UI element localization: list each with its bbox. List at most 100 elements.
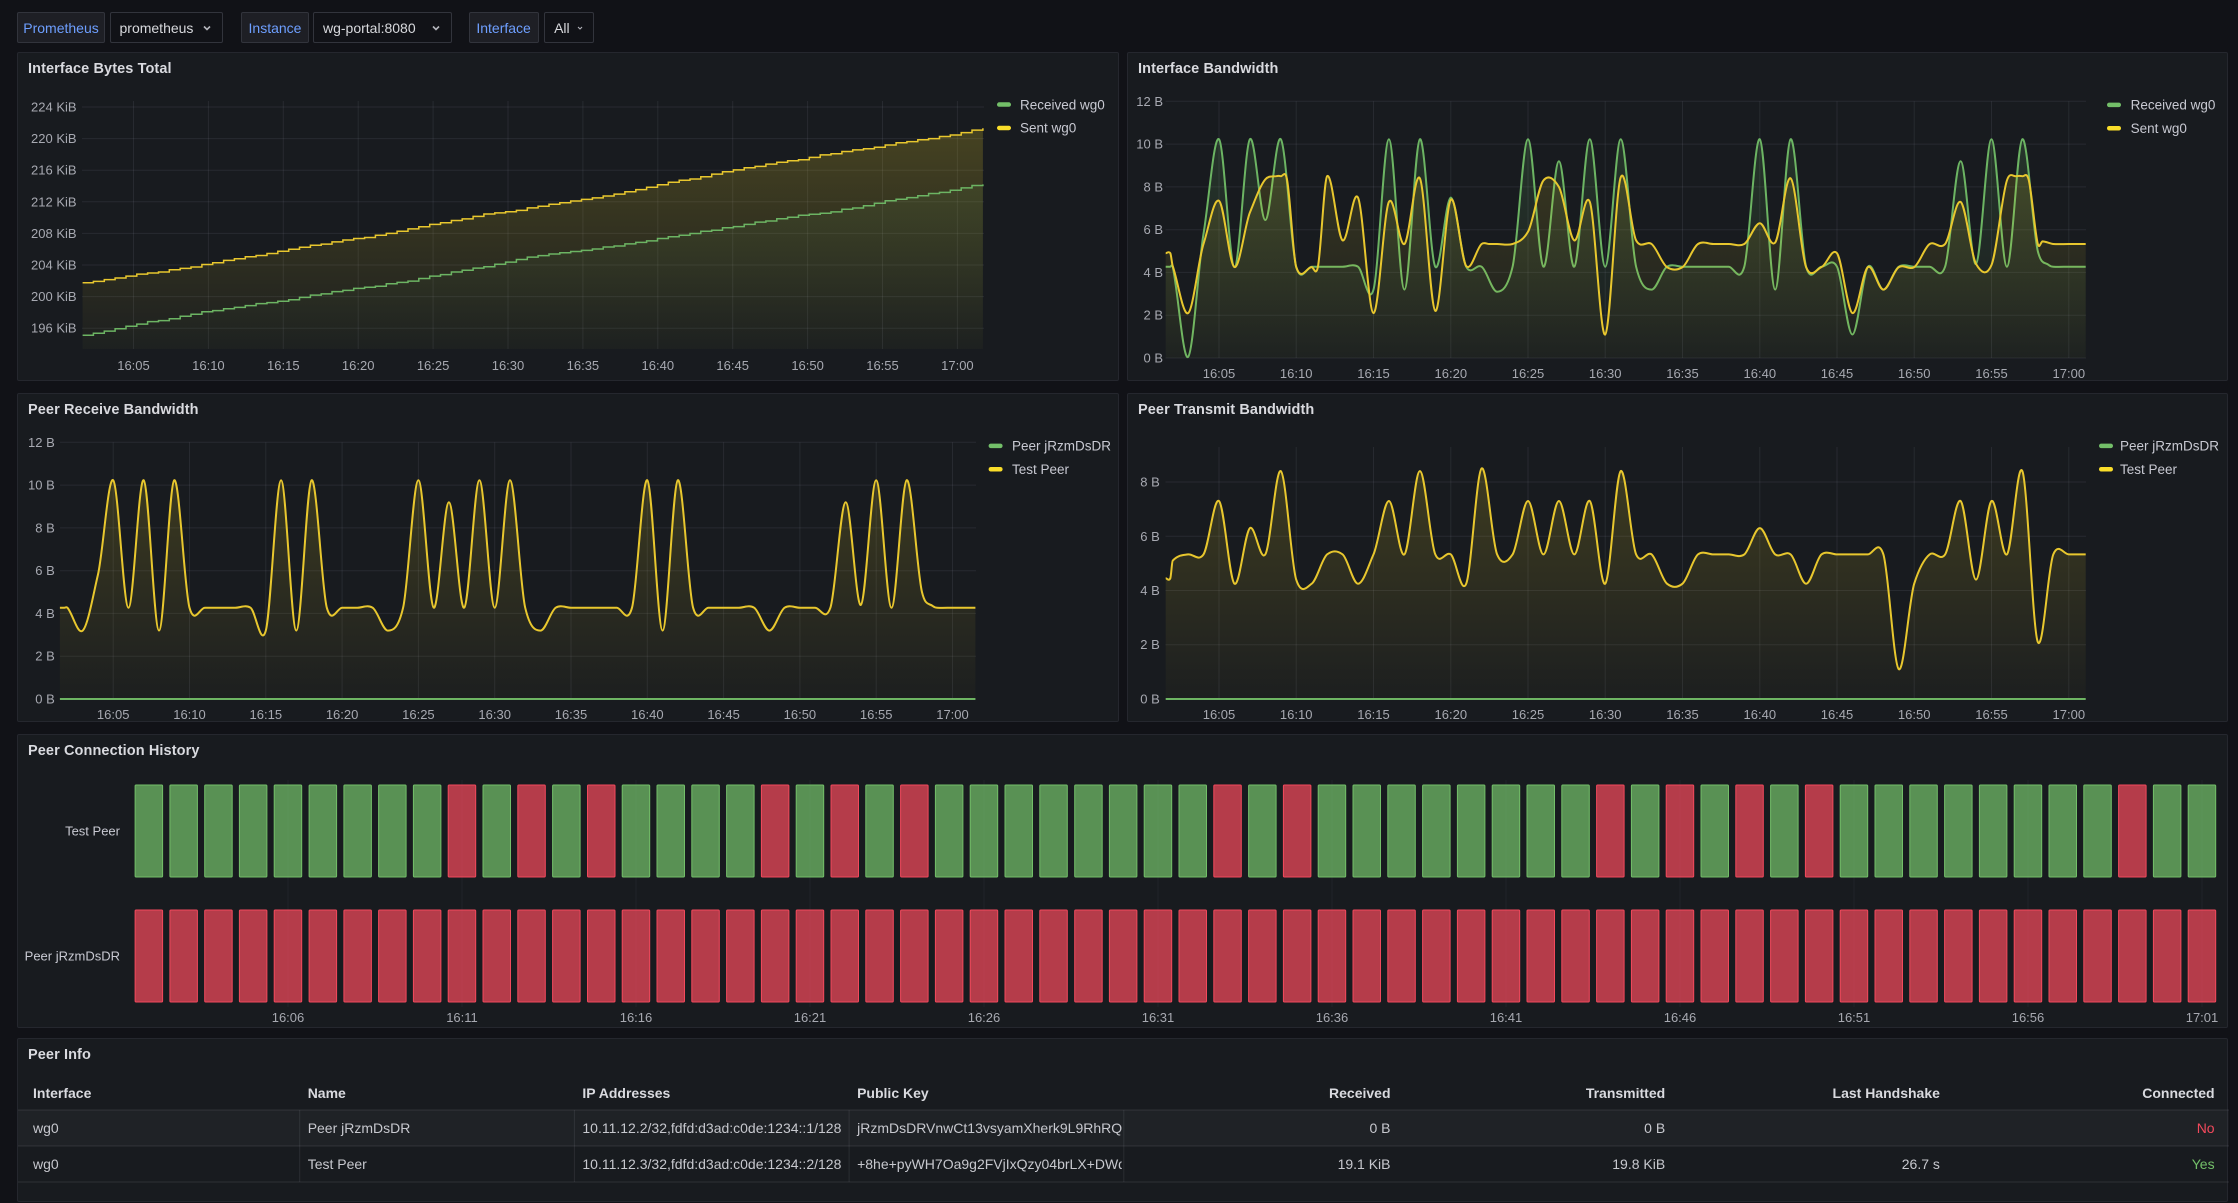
svg-text:200 KiB: 200 KiB	[31, 289, 77, 304]
svg-text:16:31: 16:31	[1142, 1010, 1175, 1025]
svg-text:26.7 s: 26.7 s	[1902, 1156, 1940, 1172]
svg-text:16:30: 16:30	[492, 358, 525, 373]
svg-text:8 B: 8 B	[1143, 179, 1163, 194]
svg-text:Sent wg0: Sent wg0	[1020, 121, 1076, 136]
svg-text:Test Peer: Test Peer	[2120, 462, 2178, 477]
svg-text:216 KiB: 216 KiB	[31, 163, 77, 178]
svg-text:Peer jRzmDsDR: Peer jRzmDsDR	[308, 1120, 411, 1136]
svg-text:16:50: 16:50	[791, 358, 824, 373]
svg-text:16:45: 16:45	[707, 707, 740, 722]
svg-text:0 B: 0 B	[1140, 692, 1160, 707]
svg-text:2 B: 2 B	[35, 649, 55, 664]
svg-text:16:10: 16:10	[1280, 366, 1313, 381]
svg-text:208 KiB: 208 KiB	[31, 226, 77, 241]
svg-text:16:25: 16:25	[1512, 366, 1545, 381]
svg-text:10 B: 10 B	[28, 478, 55, 493]
svg-text:10.11.12.3/32,fdfd:d3ad:c0de:1: 10.11.12.3/32,fdfd:d3ad:c0de:1234::2/128	[582, 1156, 841, 1172]
svg-text:16:05: 16:05	[1203, 707, 1236, 722]
svg-text:16:35: 16:35	[555, 707, 588, 722]
svg-text:No: No	[2197, 1120, 2215, 1136]
svg-text:16:55: 16:55	[1975, 366, 2008, 381]
svg-text:16:40: 16:40	[1744, 707, 1777, 722]
svg-text:16:30: 16:30	[478, 707, 511, 722]
svg-text:16:10: 16:10	[1280, 707, 1313, 722]
svg-text:Peer jRzmDsDR: Peer jRzmDsDR	[1012, 439, 1111, 454]
svg-text:16:45: 16:45	[1821, 707, 1854, 722]
svg-text:4 B: 4 B	[1143, 265, 1163, 280]
svg-text:Yes: Yes	[2192, 1156, 2215, 1172]
svg-text:2 B: 2 B	[1140, 637, 1160, 652]
svg-text:wg0: wg0	[32, 1120, 59, 1136]
svg-text:16:55: 16:55	[1975, 707, 2008, 722]
svg-text:16:20: 16:20	[326, 707, 359, 722]
svg-text:16:25: 16:25	[402, 707, 435, 722]
svg-text:10 B: 10 B	[1136, 137, 1163, 152]
svg-text:Received: Received	[1329, 1085, 1390, 1101]
svg-text:6 B: 6 B	[35, 563, 55, 578]
svg-text:Public Key: Public Key	[857, 1085, 929, 1101]
svg-text:Test Peer: Test Peer	[308, 1156, 367, 1172]
svg-text:16:26: 16:26	[968, 1010, 1001, 1025]
svg-text:16:15: 16:15	[267, 358, 300, 373]
svg-text:Received wg0: Received wg0	[1020, 97, 1105, 112]
svg-text:16:55: 16:55	[866, 358, 899, 373]
svg-text:6 B: 6 B	[1140, 529, 1160, 544]
svg-text:16:15: 16:15	[1357, 366, 1390, 381]
svg-text:17:00: 17:00	[936, 707, 969, 722]
svg-text:16:05: 16:05	[1203, 366, 1236, 381]
svg-text:16:10: 16:10	[192, 358, 225, 373]
svg-text:0 B: 0 B	[35, 692, 55, 707]
svg-text:16:30: 16:30	[1589, 707, 1622, 722]
svg-text:16:45: 16:45	[1821, 366, 1854, 381]
svg-text:16:50: 16:50	[1898, 366, 1931, 381]
svg-text:Test Peer: Test Peer	[1012, 462, 1070, 477]
svg-text:17:00: 17:00	[2053, 366, 2086, 381]
svg-text:16:25: 16:25	[417, 358, 450, 373]
svg-text:10.11.12.2/32,fdfd:d3ad:c0de:1: 10.11.12.2/32,fdfd:d3ad:c0de:1234::1/128	[582, 1120, 841, 1136]
svg-text:IP Addresses: IP Addresses	[582, 1085, 670, 1101]
svg-text:17:00: 17:00	[941, 358, 974, 373]
svg-text:16:35: 16:35	[1666, 707, 1699, 722]
svg-text:16:45: 16:45	[716, 358, 749, 373]
svg-text:16:35: 16:35	[1666, 366, 1699, 381]
svg-text:16:05: 16:05	[97, 707, 130, 722]
svg-text:16:05: 16:05	[117, 358, 150, 373]
svg-text:Name: Name	[308, 1085, 346, 1101]
svg-text:16:20: 16:20	[1435, 366, 1468, 381]
svg-text:16:40: 16:40	[1744, 366, 1777, 381]
svg-text:16:10: 16:10	[173, 707, 206, 722]
svg-text:0 B: 0 B	[1644, 1120, 1665, 1136]
svg-text:16:25: 16:25	[1512, 707, 1545, 722]
svg-text:19.1 KiB: 19.1 KiB	[1338, 1156, 1391, 1172]
svg-text:2 B: 2 B	[1143, 308, 1163, 323]
svg-text:16:35: 16:35	[567, 358, 600, 373]
svg-text:4 B: 4 B	[1140, 583, 1160, 598]
svg-text:196 KiB: 196 KiB	[31, 321, 77, 336]
svg-text:16:16: 16:16	[620, 1010, 653, 1025]
svg-text:Last Handshake: Last Handshake	[1833, 1085, 1941, 1101]
svg-text:16:21: 16:21	[794, 1010, 827, 1025]
svg-text:16:50: 16:50	[1898, 707, 1931, 722]
svg-text:Peer jRzmDsDR: Peer jRzmDsDR	[2120, 439, 2219, 454]
svg-text:Received wg0: Received wg0	[2131, 98, 2216, 113]
svg-text:16:30: 16:30	[1589, 366, 1622, 381]
svg-text:8 B: 8 B	[35, 520, 55, 535]
svg-text:0 B: 0 B	[1369, 1120, 1390, 1136]
svg-text:Test Peer: Test Peer	[65, 824, 121, 839]
svg-text:16:20: 16:20	[1435, 707, 1468, 722]
svg-text:6 B: 6 B	[1143, 222, 1163, 237]
svg-text:16:46: 16:46	[1664, 1010, 1697, 1025]
svg-text:16:51: 16:51	[1838, 1010, 1871, 1025]
svg-text:16:20: 16:20	[342, 358, 375, 373]
svg-text:16:11: 16:11	[446, 1010, 478, 1025]
svg-text:4 B: 4 B	[35, 606, 55, 621]
svg-text:16:15: 16:15	[250, 707, 283, 722]
svg-text:16:55: 16:55	[860, 707, 893, 722]
svg-text:Connected: Connected	[2142, 1085, 2214, 1101]
svg-text:16:41: 16:41	[1490, 1010, 1523, 1025]
svg-text:204 KiB: 204 KiB	[31, 258, 77, 273]
svg-text:17:00: 17:00	[2053, 707, 2086, 722]
svg-text:16:40: 16:40	[631, 707, 664, 722]
svg-text:16:36: 16:36	[1316, 1010, 1349, 1025]
svg-text:12 B: 12 B	[1136, 94, 1163, 109]
